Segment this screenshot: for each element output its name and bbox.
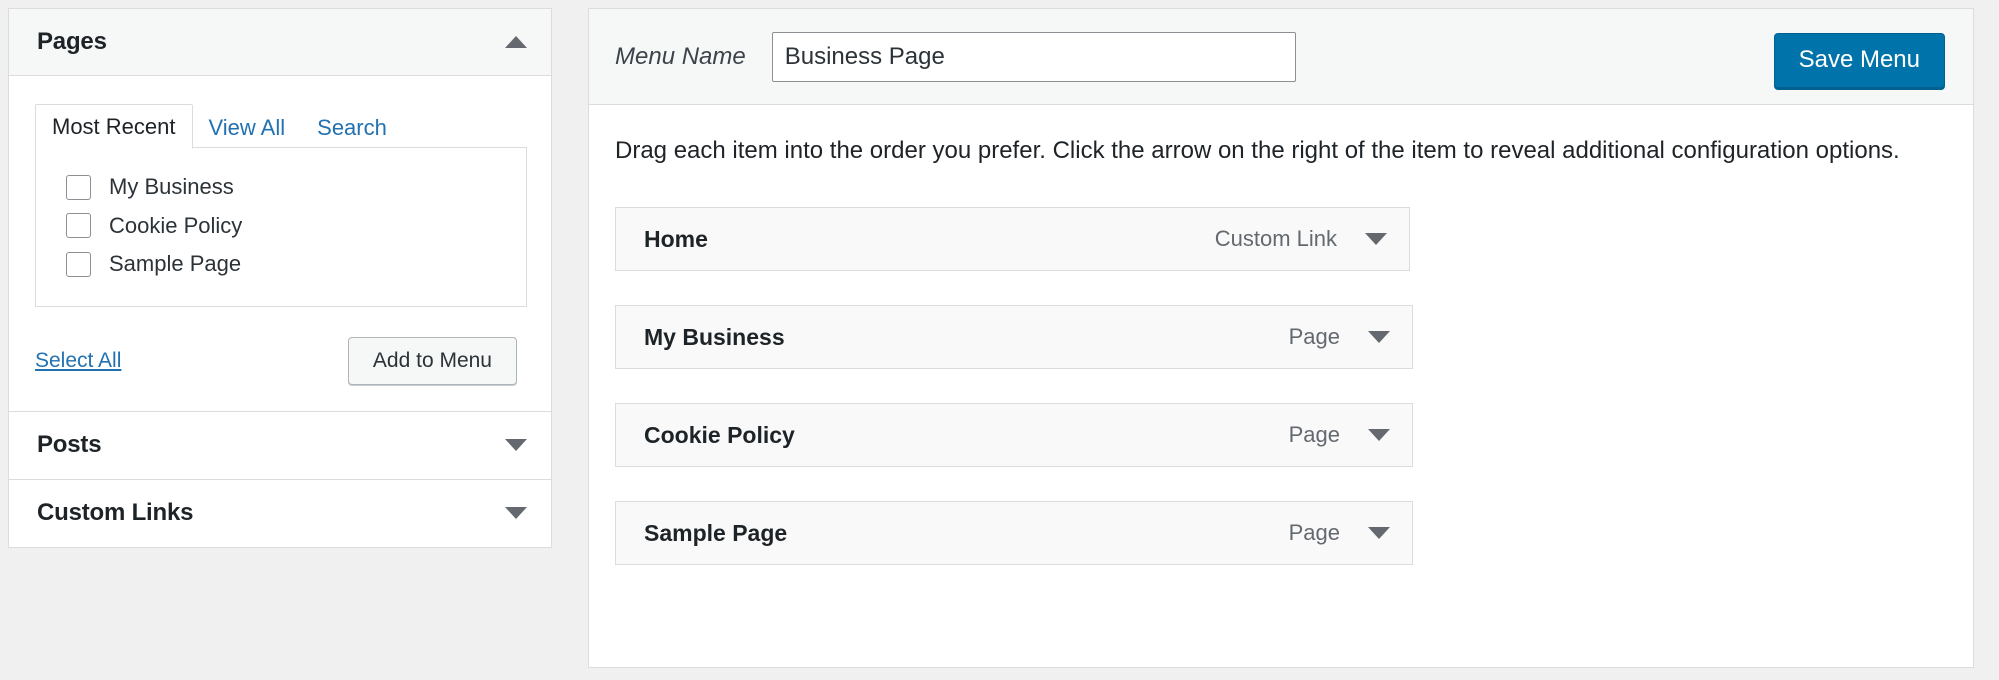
- menu-item-my-business[interactable]: My Business Page: [615, 305, 1413, 370]
- menu-editor-header: Menu Name Save Menu: [589, 9, 1973, 105]
- menu-item-meta: Custom Link: [1215, 226, 1387, 252]
- accordion-title-pages: Pages: [37, 28, 107, 55]
- menu-name-input[interactable]: [771, 31, 1296, 82]
- menu-item-type: Page: [1288, 324, 1340, 350]
- tab-view-all[interactable]: View All: [193, 106, 302, 149]
- pages-panel-actions: Select All Add to Menu: [35, 336, 527, 385]
- chevron-down-icon[interactable]: [505, 439, 527, 452]
- tab-search-label: Search: [317, 114, 387, 140]
- accordion-header-pages[interactable]: Pages: [9, 9, 551, 76]
- save-menu-button[interactable]: Save Menu: [1773, 33, 1945, 88]
- menu-structure-hint: Drag each item into the order you prefer…: [615, 137, 1900, 164]
- accordion-panel-pages: Pages Most Recent View All Search My Bus…: [8, 8, 552, 411]
- menu-editor-panel: Menu Name Save Menu Drag each item into …: [588, 8, 1974, 668]
- menu-item-home[interactable]: Home Custom Link: [615, 207, 1410, 272]
- menu-name-label: Menu Name: [615, 42, 746, 70]
- add-to-menu-button[interactable]: Add to Menu: [347, 336, 517, 385]
- chevron-down-icon[interactable]: [505, 507, 527, 520]
- chevron-up-icon[interactable]: [505, 36, 527, 48]
- list-item[interactable]: Cookie Policy: [36, 207, 526, 246]
- checkbox-cookie-policy[interactable]: [66, 213, 91, 239]
- checkbox-sample-page[interactable]: [66, 251, 91, 277]
- select-all-link[interactable]: Select All: [35, 349, 121, 373]
- menu-item-title: My Business: [644, 323, 785, 350]
- menu-items-list: Home Custom Link My Business Page Cookie…: [615, 207, 1945, 566]
- list-item-label: Sample Page: [109, 251, 242, 277]
- chevron-down-icon[interactable]: [1368, 527, 1390, 540]
- chevron-down-icon[interactable]: [1368, 331, 1390, 344]
- accordion-body-pages: Most Recent View All Search My Business: [9, 76, 551, 411]
- menu-item-cookie-policy[interactable]: Cookie Policy Page: [615, 403, 1413, 468]
- tab-most-recent[interactable]: Most Recent: [35, 103, 193, 149]
- accordion-header-posts[interactable]: Posts: [9, 411, 551, 479]
- list-item[interactable]: Sample Page: [36, 245, 526, 284]
- pages-checkbox-list: My Business Cookie Policy Sample Page: [35, 147, 527, 307]
- menu-item-type: Page: [1288, 422, 1340, 448]
- accordion-header-custom-links[interactable]: Custom Links: [9, 479, 551, 547]
- menu-item-title: Cookie Policy: [644, 421, 795, 448]
- menu-item-type: Page: [1288, 520, 1340, 546]
- tab-most-recent-label: Most Recent: [52, 113, 176, 139]
- accordion-title-posts: Posts: [37, 431, 102, 459]
- menu-item-meta: Page: [1289, 324, 1390, 350]
- checkbox-my-business[interactable]: [66, 174, 91, 200]
- menu-editor-body: Drag each item into the order you prefer…: [589, 105, 1973, 566]
- chevron-down-icon[interactable]: [1368, 429, 1390, 442]
- menu-item-meta: Page: [1289, 520, 1390, 546]
- list-item-label: My Business: [109, 174, 234, 199]
- accordion-title-custom-links: Custom Links: [37, 499, 194, 527]
- accordion-panel-custom-links: Custom Links: [8, 478, 552, 548]
- menus-screen: Pages Most Recent View All Search My Bus…: [0, 0, 1999, 680]
- accordion-panel-posts: Posts: [8, 410, 552, 479]
- menu-item-meta: Page: [1289, 422, 1390, 448]
- menu-item-title: Home: [644, 225, 708, 252]
- pages-tablist: Most Recent View All Search: [35, 103, 527, 149]
- menu-item-sample-page[interactable]: Sample Page Page: [615, 501, 1413, 566]
- tab-view-all-label: View All: [208, 114, 286, 140]
- list-item[interactable]: My Business: [36, 168, 526, 207]
- menu-item-type: Custom Link: [1214, 226, 1337, 252]
- tab-search[interactable]: Search: [301, 106, 403, 149]
- add-menu-items-sidebar: Pages Most Recent View All Search My Bus…: [8, 8, 552, 548]
- list-item-label: Cookie Policy: [109, 212, 243, 238]
- menu-item-title: Sample Page: [644, 519, 788, 546]
- chevron-down-icon[interactable]: [1365, 233, 1387, 246]
